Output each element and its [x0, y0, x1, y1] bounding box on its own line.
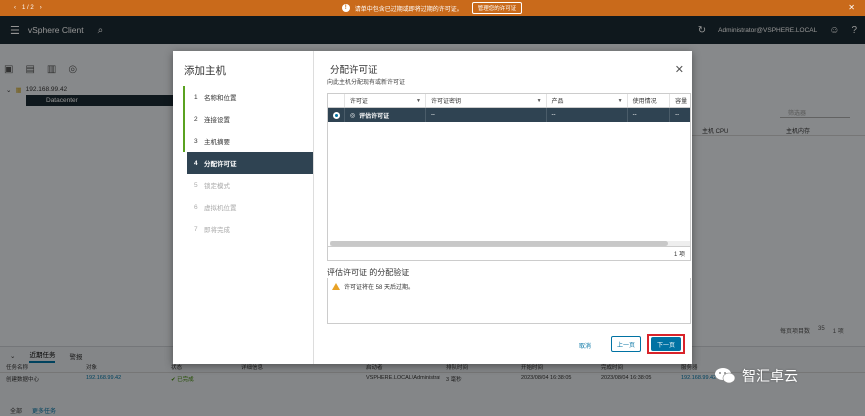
license-grid: 许可证 ▼ 许可证密钥 ▼ 产品 ▼ 使用情况 容量 ◎ 评估许可证 -- -- -- … — [327, 93, 691, 261]
select-col — [328, 94, 345, 107]
wizard-steps: 1 名称和位置 2 连接设置 3 主机摘要 4 分配许可证 5 锁定模式 6 虚拟机位置 7… — [183, 86, 313, 240]
license-name-cell: ◎ 评估许可证 — [345, 108, 426, 122]
license-key-cell: -- — [426, 108, 547, 122]
manage-licenses-button[interactable]: 管理您的许可证 — [471, 2, 523, 14]
radio-button[interactable] — [333, 111, 340, 119]
highlight-box: 下一页 — [647, 334, 685, 354]
col-usage[interactable]: 使用情况 — [628, 94, 671, 107]
filter-icon[interactable]: ▼ — [416, 98, 421, 104]
step-label: 虚拟机位置 — [204, 205, 237, 212]
warning-icon: ! — [341, 4, 350, 12]
product-cell: -- — [547, 108, 628, 122]
usage-cell: -- — [628, 108, 671, 122]
chevron-left-icon[interactable]: ‹ — [14, 5, 16, 11]
step-number: 3 — [194, 137, 198, 145]
step-number: 2 — [194, 115, 198, 123]
col-product[interactable]: 产品 ▼ — [547, 94, 628, 107]
wizard-step-3[interactable]: 3 主机摘要 — [183, 130, 313, 152]
validation-title: 评估许可证 的分配验证 — [327, 268, 410, 277]
panel-subtitle: 向此主机分配现有或新许可证 — [327, 80, 406, 86]
capacity-cell: -- — [675, 112, 680, 118]
step-number: 1 — [194, 93, 198, 101]
col-license-label: 许可证 — [349, 99, 368, 105]
step-label: 分配许可证 — [204, 161, 237, 168]
watermark: 智汇卓云 — [714, 366, 798, 386]
step-label: 锁定模式 — [204, 183, 230, 190]
col-license-key-label: 许可证密钥 — [430, 99, 461, 105]
close-icon[interactable]: ✕ — [675, 63, 684, 76]
license-icon: ◎ — [349, 112, 356, 119]
wizard-step-5: 5 锁定模式 — [183, 174, 313, 196]
add-host-dialog: 添加主机 1 名称和位置 2 连接设置 3 主机摘要 4 分配许可证 5 锁定模式 6 虚拟… — [173, 51, 692, 364]
banner-pager[interactable]: ‹ 1 / 2 › — [14, 5, 42, 11]
validation-box: 许可证将在 58 天后过期。 — [327, 278, 691, 324]
col-capacity[interactable]: 容量 — [670, 94, 690, 107]
watermark-text: 智汇卓云 — [742, 368, 798, 384]
next-button[interactable]: 下一页 — [651, 337, 681, 351]
step-label: 主机摘要 — [204, 139, 230, 146]
filter-icon[interactable]: ▼ — [618, 98, 623, 104]
col-usage-label: 使用情况 — [632, 99, 657, 105]
panel-title: 分配许可证 — [330, 65, 378, 76]
step-label: 即将完成 — [204, 227, 230, 234]
back-button[interactable]: 上一页 — [611, 336, 641, 352]
step-number: 7 — [194, 225, 198, 233]
col-product-label: 产品 — [551, 99, 564, 105]
chevron-right-icon[interactable]: › — [40, 5, 42, 11]
step-number: 6 — [194, 203, 198, 211]
banner-message: 请单中包含已过期或即将过期的许可证。 — [354, 6, 463, 13]
grid-item-count: 1 项 — [673, 252, 685, 258]
validation-message: 许可证将在 58 天后过期。 — [344, 285, 415, 291]
wizard-step-1[interactable]: 1 名称和位置 — [183, 86, 313, 108]
col-license-key[interactable]: 许可证密钥 ▼ — [426, 94, 547, 107]
table-row[interactable]: ◎ 评估许可证 -- -- -- -- — [328, 108, 690, 122]
license-name: 评估许可证 — [359, 113, 390, 120]
license-grid-header: 许可证 ▼ 许可证密钥 ▼ 产品 ▼ 使用情况 容量 — [328, 94, 690, 108]
cancel-button[interactable]: 取消 — [579, 341, 591, 350]
close-icon[interactable]: ✕ — [848, 3, 855, 12]
filter-icon[interactable]: ▼ — [537, 98, 542, 104]
col-capacity-label: 容量 — [675, 99, 688, 105]
col-license[interactable]: 许可证 ▼ — [345, 94, 426, 107]
wizard-sidebar: 添加主机 1 名称和位置 2 连接设置 3 主机摘要 4 分配许可证 5 锁定模式 6 虚拟… — [173, 51, 314, 364]
step-number: 5 — [194, 181, 198, 189]
banner-pager-text: 1 / 2 — [22, 5, 34, 11]
warning-icon — [332, 283, 340, 290]
wechat-logo-icon — [715, 368, 736, 384]
wizard-step-2[interactable]: 2 连接设置 — [183, 108, 313, 130]
wizard-content: 分配许可证 向此主机分配现有或新许可证 ✕ 许可证 ▼ 许可证密钥 ▼ 产品 ▼ 使用… — [315, 51, 692, 364]
wizard-step-7: 7 即将完成 — [183, 218, 313, 240]
row-radio-cell[interactable] — [328, 108, 345, 122]
step-label: 名称和位置 — [204, 95, 237, 102]
license-banner: ‹ 1 / 2 › ! 请单中包含已过期或即将过期的许可证。 管理您的许可证 ✕ — [0, 0, 865, 16]
step-number: 4 — [194, 159, 198, 167]
wizard-step-4[interactable]: 4 分配许可证 — [187, 152, 313, 174]
wizard-step-6: 6 虚拟机位置 — [183, 196, 313, 218]
step-label: 连接设置 — [204, 117, 230, 124]
dialog-title: 添加主机 — [184, 65, 226, 77]
grid-footer: 1 项 — [328, 246, 690, 260]
